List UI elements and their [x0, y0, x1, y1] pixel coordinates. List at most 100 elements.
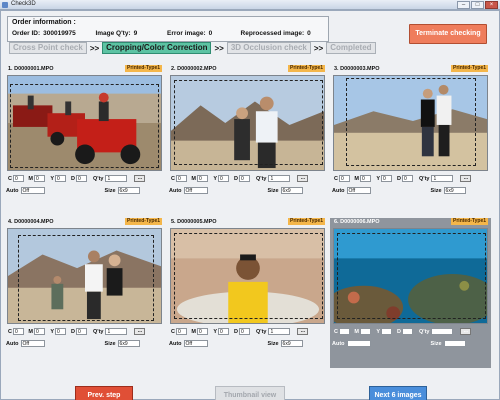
magenta-field[interactable]: 0: [360, 175, 371, 182]
print-type-badge: Printed-Type1: [451, 218, 488, 225]
qty-label: Q'ty: [93, 328, 104, 335]
image-preview[interactable]: [7, 228, 162, 324]
density-field[interactable]: 2: [402, 328, 413, 335]
density-field[interactable]: 0: [76, 175, 87, 182]
file-name: 1. D0000001.MPO: [8, 66, 54, 72]
size-label: Size: [430, 187, 442, 194]
color-controls: C0 M0 Y0 D0 Q'ty 1 ... Auto Off Size 6x9: [6, 174, 163, 198]
magenta-field[interactable]: 0: [197, 328, 208, 335]
auto-field[interactable]: Off: [20, 340, 45, 347]
qty-field[interactable]: 1: [268, 328, 291, 335]
cyan-field[interactable]: 0: [13, 175, 24, 182]
auto-label: Auto: [332, 340, 345, 347]
browse-button[interactable]: ...: [134, 175, 146, 182]
browse-button[interactable]: ...: [297, 175, 309, 182]
size-field[interactable]: 6x9: [280, 187, 303, 194]
magenta-field[interactable]: 0: [34, 328, 45, 335]
browse-button[interactable]: ...: [460, 175, 472, 182]
yellow-field[interactable]: 0: [381, 175, 392, 182]
density-field[interactable]: 0: [402, 175, 413, 182]
size-label: Size: [267, 340, 279, 347]
size-field[interactable]: 6x9: [443, 340, 466, 347]
next-images-button[interactable]: Next 6 images: [369, 386, 427, 400]
size-field[interactable]: 6x9: [443, 187, 466, 194]
maximize-button[interactable]: □: [471, 1, 484, 9]
qty-field[interactable]: 1: [268, 175, 291, 182]
y-label: Y: [213, 328, 217, 335]
magenta-field[interactable]: 0: [34, 175, 45, 182]
step-3d-occlusion-check[interactable]: 3D Occlusion check: [226, 42, 311, 54]
c-label: C: [334, 175, 338, 182]
auto-field[interactable]: Off: [183, 340, 208, 347]
image-card[interactable]: 4. D0000004.MPO Printed-Type1 C0 M0 Y 0 …: [4, 218, 165, 368]
order-info-row: Order ID: 300019975 Image Q'ty: 9 Error im…: [12, 30, 324, 37]
step-completed[interactable]: Completed: [326, 42, 376, 54]
image-card[interactable]: 1. D0000001.MPO Printed-Type1 C 0 M 0 Y …: [4, 65, 165, 215]
window-controls: – □ ×: [457, 1, 498, 9]
image-preview[interactable]: [170, 75, 325, 171]
auto-label: Auto: [332, 187, 345, 194]
underwater-reef-photo: [334, 229, 487, 323]
minimize-button[interactable]: –: [457, 1, 470, 9]
file-name: 2. D0000002.MPO: [171, 66, 217, 72]
terminate-checking-button[interactable]: Terminate checking: [409, 24, 487, 44]
image-preview[interactable]: [170, 228, 325, 324]
qty-label: Q'ty: [419, 328, 430, 335]
yellow-field[interactable]: 0: [55, 175, 66, 182]
browse-button[interactable]: ...: [460, 328, 472, 335]
image-preview[interactable]: [333, 75, 488, 171]
image-card[interactable]: 5. D0000005.MPO Printed-Type1 C0 M0 Y0 D…: [167, 218, 328, 368]
yellow-field[interactable]: 0: [218, 328, 229, 335]
browse-button[interactable]: ...: [297, 328, 309, 335]
auto-label: Auto: [6, 187, 19, 194]
size-field[interactable]: 6x9: [280, 340, 303, 347]
density-field[interactable]: 0: [239, 175, 250, 182]
auto-field[interactable]: Off: [183, 187, 208, 194]
auto-field[interactable]: Off: [346, 187, 371, 194]
qty-field[interactable]: 1: [105, 328, 128, 335]
density-field[interactable]: 0: [76, 328, 87, 335]
qty-field[interactable]: 1: [431, 328, 454, 335]
image-preview[interactable]: [333, 228, 488, 324]
cyan-field[interactable]: 0: [339, 328, 350, 335]
image-card[interactable]: 3. D0000003.MPO Printed-Type1 C0 M0 Y0 D…: [330, 65, 491, 215]
yellow-field[interactable]: 0: [381, 328, 392, 335]
order-id-label: Order ID:: [12, 30, 41, 37]
image-preview[interactable]: [7, 75, 162, 171]
cyan-field[interactable]: 0: [176, 175, 187, 182]
cyan-field[interactable]: 0: [339, 175, 350, 182]
d-label: D: [234, 328, 238, 335]
step-cropping-color-correction[interactable]: Cropping/Color Correction: [102, 42, 212, 54]
magenta-field[interactable]: 0: [360, 328, 371, 335]
main-window: Order information : Order ID: 300019975 I…: [0, 10, 500, 400]
qty-label: Q'ty: [93, 175, 104, 182]
image-card-selected[interactable]: 6. D0000006.MPO Printed-Type1 C0 M0 Y0 D…: [330, 218, 491, 368]
y-label: Y: [213, 175, 217, 182]
window-title: Check3D: [11, 1, 36, 7]
reprocessed-image-value: 0: [307, 30, 311, 37]
c-label: C: [8, 328, 12, 335]
yellow-field[interactable]: 0: [218, 175, 229, 182]
density-field[interactable]: 0: [239, 328, 250, 335]
qty-field[interactable]: 1: [431, 175, 454, 182]
cyan-field[interactable]: 0: [176, 328, 187, 335]
close-button[interactable]: ×: [485, 1, 498, 9]
y-label: Y: [50, 175, 54, 182]
prev-step-button[interactable]: Prev. step: [75, 386, 133, 400]
qty-field[interactable]: 1: [105, 175, 128, 182]
c-label: C: [171, 175, 175, 182]
yellow-field[interactable]: 0: [55, 328, 66, 335]
magenta-field[interactable]: 0: [197, 175, 208, 182]
thumbnail-view-button[interactable]: Thumbnail view: [215, 386, 285, 400]
atv-group-photo: [8, 76, 161, 170]
step-cross-point-check[interactable]: Cross Point check: [9, 42, 87, 54]
browse-button[interactable]: ...: [134, 328, 146, 335]
cyan-field[interactable]: 0: [13, 328, 24, 335]
d-label: D: [71, 328, 75, 335]
size-field[interactable]: 6x9: [117, 340, 140, 347]
size-field[interactable]: 6x9: [117, 187, 140, 194]
auto-field[interactable]: Off: [20, 187, 45, 194]
auto-field[interactable]: Off: [346, 340, 371, 347]
color-controls: C0 M0 Y0 D0 Q'ty 1 ... Auto Off Size 6x9: [6, 327, 163, 351]
image-card[interactable]: 2. D0000002.MPO Printed-Type1 C0 M0 Y0 D…: [167, 65, 328, 215]
